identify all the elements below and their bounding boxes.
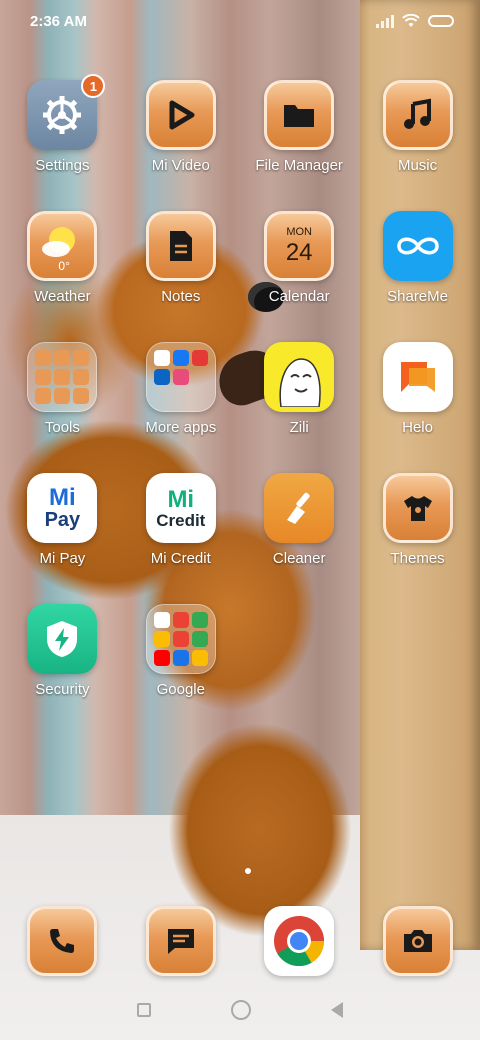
- app-label: More apps: [145, 419, 217, 436]
- notification-badge: 1: [81, 74, 106, 98]
- dock-phone[interactable]: [6, 906, 118, 976]
- app-label: ShareMe: [387, 288, 448, 305]
- mi-credit-icon: Mi Credit: [145, 473, 216, 543]
- weather-temperature: 0°: [58, 259, 70, 273]
- app-weather[interactable]: 0° Weather: [6, 211, 118, 319]
- app-label: Helo: [402, 419, 433, 436]
- dock-camera[interactable]: [362, 906, 474, 976]
- chrome-icon: [264, 906, 335, 976]
- tshirt-icon: [382, 473, 453, 543]
- app-label: File Manager: [255, 157, 343, 174]
- app-grid: 1 Settings Mi Video File Manager Music 0…: [0, 74, 480, 712]
- folder-more-apps-icon: [145, 342, 216, 412]
- mi-pay-logo-bottom: Pay: [44, 509, 81, 531]
- play-icon: [145, 80, 216, 150]
- calendar-day: 24: [285, 239, 313, 266]
- app-label: Tools: [44, 419, 80, 436]
- music-note-icon: [382, 80, 453, 150]
- sun-cloud-icon: 0°: [27, 211, 98, 281]
- app-mi-video[interactable]: Mi Video: [125, 80, 237, 188]
- app-mi-credit[interactable]: Mi Credit Mi Credit: [125, 473, 237, 581]
- app-label: Themes: [390, 550, 445, 567]
- app-label: Weather: [34, 288, 91, 305]
- wifi-icon: [402, 14, 420, 27]
- zili-face-icon: [264, 342, 335, 412]
- helo-chat-icon: [382, 342, 453, 412]
- folder-tools-icon: [27, 342, 98, 412]
- app-label: Mi Credit: [150, 550, 211, 567]
- recents-button[interactable]: [137, 1003, 151, 1017]
- camera-icon: [382, 906, 453, 976]
- gear-icon: 1: [27, 74, 106, 150]
- page-indicator: [245, 868, 251, 874]
- app-zili[interactable]: Zili: [243, 342, 355, 450]
- app-cleaner[interactable]: Cleaner: [243, 473, 355, 581]
- app-label: Calendar: [268, 288, 330, 305]
- navigation-bar: [0, 980, 480, 1040]
- app-label: Security: [35, 681, 90, 698]
- mi-credit-logo-bottom: Credit: [156, 510, 206, 530]
- status-time: 2:36 AM: [30, 12, 87, 30]
- app-calendar[interactable]: MON 24 Calendar: [243, 211, 355, 319]
- app-notes[interactable]: Notes: [125, 211, 237, 319]
- calendar-icon: MON 24: [264, 211, 335, 281]
- signal-icon: [376, 14, 394, 28]
- status-bar: 2:36 AM: [0, 0, 480, 42]
- battery-icon: [428, 15, 454, 27]
- app-label: Cleaner: [272, 550, 326, 567]
- dock-chrome[interactable]: [243, 906, 355, 976]
- back-button[interactable]: [331, 1002, 343, 1018]
- folder-more-apps[interactable]: More apps: [125, 342, 237, 450]
- infinity-icon: [382, 211, 453, 281]
- phone-icon: [27, 906, 98, 976]
- app-file-manager[interactable]: File Manager: [243, 80, 355, 188]
- folder-google-icon: [145, 604, 216, 674]
- mi-pay-icon: Mi Pay: [27, 473, 98, 543]
- message-icon: [145, 906, 216, 976]
- dock-messages[interactable]: [125, 906, 237, 976]
- app-music[interactable]: Music: [362, 80, 474, 188]
- app-settings[interactable]: 1 Settings: [6, 74, 118, 188]
- app-themes[interactable]: Themes: [362, 473, 474, 581]
- calendar-month: MON: [286, 226, 312, 238]
- folder-google[interactable]: Google: [125, 604, 237, 712]
- mi-credit-logo-top: Mi: [167, 485, 195, 513]
- dock: [0, 906, 480, 976]
- shield-bolt-icon: [27, 604, 98, 674]
- app-shareme[interactable]: ShareMe: [362, 211, 474, 319]
- folder-tools[interactable]: Tools: [6, 342, 118, 450]
- home-button[interactable]: [231, 1000, 251, 1020]
- app-label: Mi Video: [151, 157, 210, 174]
- brush-icon: [264, 473, 335, 543]
- app-helo[interactable]: Helo: [362, 342, 474, 450]
- app-label: Zili: [289, 419, 309, 436]
- note-icon: [145, 211, 216, 281]
- app-label: Notes: [161, 288, 201, 305]
- mi-pay-logo-top: Mi: [49, 484, 76, 511]
- app-label: Mi Pay: [39, 550, 86, 567]
- app-label: Settings: [35, 157, 90, 174]
- app-label: Music: [397, 157, 438, 174]
- app-label: Google: [156, 681, 205, 698]
- app-security[interactable]: Security: [6, 604, 118, 712]
- folder-icon: [264, 80, 335, 150]
- status-icons: [376, 14, 454, 28]
- app-mi-pay[interactable]: Mi Pay Mi Pay: [6, 473, 118, 581]
